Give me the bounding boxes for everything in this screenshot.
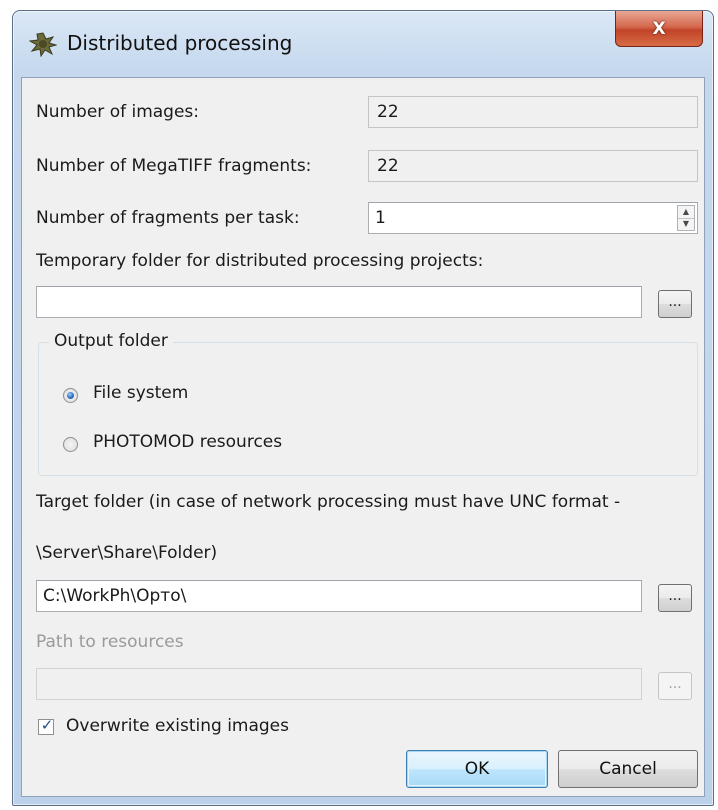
images-count-label: Number of images: bbox=[36, 102, 200, 122]
checkmark-icon: ✓ bbox=[40, 716, 54, 734]
fragments-per-task-value: 1 bbox=[375, 208, 386, 228]
spin-control: ▲ ▼ bbox=[677, 205, 695, 231]
window-title: Distributed processing bbox=[67, 31, 293, 55]
resources-path-label: Path to resources bbox=[36, 632, 184, 652]
images-count-value: 22 bbox=[377, 102, 399, 122]
spin-down-icon[interactable]: ▼ bbox=[678, 218, 694, 230]
ellipsis-icon: ... bbox=[668, 588, 682, 604]
overwrite-label[interactable]: Overwrite existing images bbox=[66, 716, 289, 736]
photomod-resources-label[interactable]: PHOTOMOD resources bbox=[93, 432, 282, 452]
output-folder-title: Output folder bbox=[49, 331, 173, 351]
fragments-per-task-stepper[interactable]: 1 ▲ ▼ bbox=[368, 202, 698, 234]
overwrite-checkbox[interactable]: ✓ bbox=[38, 716, 54, 735]
ok-button[interactable]: OK bbox=[406, 750, 548, 788]
output-folder-group: Output folder File system PHOTOMOD resou… bbox=[38, 331, 698, 476]
ellipsis-icon: ... bbox=[668, 294, 682, 310]
fragments-count-field: 22 bbox=[368, 150, 698, 182]
cancel-button[interactable]: Cancel bbox=[558, 750, 698, 788]
dialog-window: Distributed processing X Number of image… bbox=[12, 10, 714, 806]
fragments-per-task-label: Number of fragments per task: bbox=[36, 208, 300, 228]
fragments-count-value: 22 bbox=[377, 156, 399, 176]
title-bar[interactable]: Distributed processing X bbox=[13, 11, 713, 77]
target-folder-browse-button[interactable]: ... bbox=[658, 584, 692, 612]
close-icon: X bbox=[652, 18, 666, 39]
resources-browse-button: ... bbox=[658, 672, 692, 700]
target-folder-input[interactable]: C:\WorkPh\Орто\ bbox=[36, 580, 642, 612]
photomod-app-icon bbox=[29, 32, 57, 57]
resources-path-input bbox=[36, 668, 642, 700]
target-folder-label-line1: Target folder (in case of network proces… bbox=[36, 492, 621, 512]
dialog-body: Number of images: 22 Number of MegaTIFF … bbox=[21, 77, 705, 797]
file-system-radio[interactable] bbox=[63, 388, 78, 403]
ellipsis-icon: ... bbox=[668, 676, 682, 692]
file-system-label[interactable]: File system bbox=[93, 383, 188, 403]
fragments-count-label: Number of MegaTIFF fragments: bbox=[36, 156, 312, 176]
photomod-resources-radio[interactable] bbox=[63, 437, 78, 452]
temp-folder-browse-button[interactable]: ... bbox=[658, 290, 692, 318]
target-folder-label-line2: \Server\Share\Folder) bbox=[36, 543, 218, 563]
temp-folder-label: Temporary folder for distributed process… bbox=[36, 251, 484, 271]
images-count-field: 22 bbox=[368, 96, 698, 128]
close-button[interactable]: X bbox=[615, 11, 703, 47]
temp-folder-input[interactable] bbox=[36, 286, 642, 318]
